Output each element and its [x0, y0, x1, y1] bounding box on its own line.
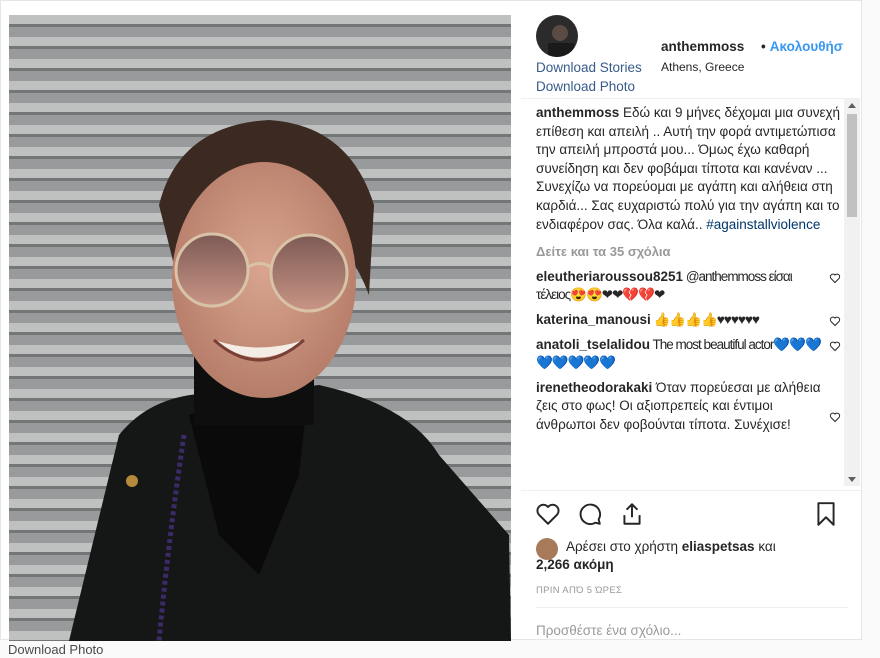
like-heart-icon[interactable]	[535, 501, 561, 527]
bookmark-icon[interactable]	[813, 501, 839, 527]
comment: irenetheodorakaki Όταν πορεύεσαι με αλήθ…	[536, 379, 841, 435]
heart-icon[interactable]	[829, 315, 841, 327]
comment-username[interactable]: katerina_manousi	[536, 312, 651, 327]
view-all-comments[interactable]: Δείτε και τα 35 σχόλια	[536, 243, 841, 262]
divider	[521, 490, 863, 491]
post-sidebar: Download Stories Download Photo anthemmo…	[521, 1, 863, 641]
caption: anthemmoss Εδώ και 9 μήνες δέχομαι μια σ…	[536, 104, 841, 234]
divider	[521, 98, 863, 99]
likes-text: Αρέσει στο χρήστη eliaspetsas και	[566, 538, 856, 556]
follow-dot: •	[761, 39, 766, 54]
selfie-image	[9, 15, 511, 641]
post-container: Download Stories Download Photo anthemmo…	[0, 0, 863, 641]
caption-username[interactable]: anthemmoss	[536, 105, 619, 120]
share-icon[interactable]	[619, 501, 645, 527]
comment-username[interactable]: eleutheriaroussou8251	[536, 269, 683, 284]
comment-username[interactable]: irenetheodorakaki	[536, 380, 652, 395]
likes-count[interactable]: 2,266 ακόμη	[536, 556, 856, 574]
follow-button[interactable]: • Ακολουθήσ	[761, 39, 843, 54]
scrollbar-thumb[interactable]	[847, 114, 857, 217]
likes-prefix: Αρέσει στο χρήστη	[566, 539, 678, 554]
caption-text: Εδώ και 9 μήνες δέχομαι μια συνεχή επίθε…	[536, 105, 841, 232]
comment-username[interactable]: anatoli_tselalidou	[536, 337, 650, 352]
scroll-up-arrow-icon[interactable]	[848, 103, 856, 108]
divider	[536, 607, 848, 608]
timestamp: ΠΡΙΝ ΑΠΌ 5 ΏΡΕΣ	[536, 585, 623, 596]
comments-scrollbar[interactable]	[844, 99, 860, 486]
post-photo[interactable]	[9, 15, 511, 641]
username[interactable]: anthemmoss	[661, 39, 744, 54]
download-photo-footer-link[interactable]: Download Photo	[8, 642, 103, 657]
follow-label: Ακολουθήσ	[769, 39, 844, 54]
liker-username[interactable]: eliaspetsas	[682, 539, 755, 554]
heart-icon[interactable]	[829, 272, 841, 284]
comment: anatoli_tselalidou The most beautiful ac…	[536, 336, 841, 373]
scroll-down-arrow-icon[interactable]	[848, 477, 856, 482]
liker-avatar[interactable]	[536, 538, 558, 560]
caption-hashtag[interactable]: #againstallviolence	[706, 217, 820, 232]
download-photo-link[interactable]: Download Photo	[536, 79, 635, 94]
location[interactable]: Athens, Greece	[661, 60, 744, 74]
likes-and: και	[758, 539, 776, 554]
avatar[interactable]	[536, 15, 578, 57]
add-comment-input[interactable]: Προσθέστε ένα σχόλιο...	[536, 623, 681, 638]
comment: eleutheriaroussou8251 @anthemmoss είσαι …	[536, 268, 841, 305]
heart-icon[interactable]	[829, 340, 841, 352]
heart-icon[interactable]	[829, 411, 841, 423]
comment-icon[interactable]	[577, 501, 603, 527]
comments-list: anthemmoss Εδώ και 9 μήνες δέχομαι μια σ…	[536, 104, 841, 484]
comment: katerina_manousi 👍👍👍👍♥♥♥♥♥♥	[536, 311, 841, 330]
download-stories-link[interactable]: Download Stories	[536, 60, 642, 75]
comment-text: 👍👍👍👍♥♥♥♥♥♥	[650, 311, 760, 327]
likes-summary: Αρέσει στο χρήστη eliaspetsas και 2,266 …	[536, 538, 856, 574]
